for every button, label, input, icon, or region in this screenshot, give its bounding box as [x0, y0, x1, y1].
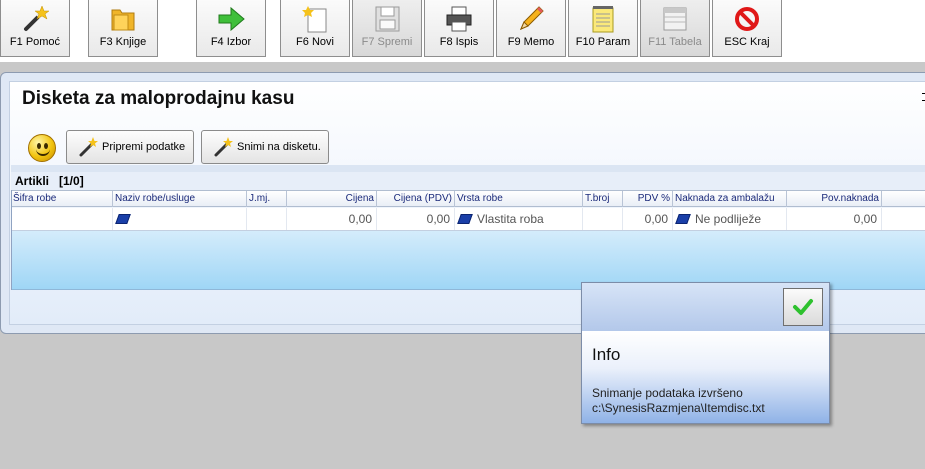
column-header-vrsta[interactable]: Vrsta robe — [455, 191, 583, 207]
info-dialog: Info Snimanje podataka izvršeno c:\Synes… — [581, 282, 830, 424]
save-to-disk-label: Snimi na disketu. — [237, 141, 321, 153]
grid-header: Šifra robe Naziv robe/usluge J.mj. Cijen… — [11, 190, 925, 207]
prepare-data-button[interactable]: Pripremi podatke — [66, 130, 194, 164]
exit-button[interactable]: ESC Kraj — [712, 0, 782, 57]
folder-icon — [107, 3, 139, 35]
select-button-label: F4 Izbor — [210, 36, 252, 48]
prepare-data-label: Pripremi podatke — [102, 141, 186, 153]
print-button[interactable]: F8 Ispis — [424, 0, 494, 57]
smiley-icon — [28, 134, 56, 162]
table-row[interactable]: 0,00 0,00 Vlastita roba 0,00 Ne podlijež… — [11, 208, 925, 231]
column-header-naknada[interactable]: Naknada za ambalažu — [673, 191, 787, 207]
cell-naknada-text: Ne podliježe — [695, 212, 762, 226]
save-to-disk-button[interactable]: Snimi na disketu. — [201, 130, 329, 164]
info-dialog-body: Info Snimanje podataka izvršeno c:\Synes… — [582, 331, 829, 423]
info-title: Info — [592, 345, 621, 364]
toolbar: F1 Pomoć F3 Knjige F4 Izbor F6 Novi F7 S… — [0, 0, 925, 62]
cell-pov-naknada[interactable]: 0,00 — [787, 208, 882, 230]
new-button[interactable]: F6 Novi — [280, 0, 350, 57]
new-button-label: F6 Novi — [296, 36, 334, 48]
books-button[interactable]: F3 Knjige — [88, 0, 158, 57]
cell-tbroj[interactable] — [583, 208, 623, 230]
info-message: Snimanje podataka izvršeno — [592, 386, 743, 400]
ok-button[interactable] — [783, 288, 823, 326]
column-header-naziv[interactable]: Naziv robe/usluge — [113, 191, 247, 207]
book-icon — [115, 214, 131, 224]
memo-button-label: F9 Memo — [507, 36, 555, 48]
table-button[interactable]: F11 Tabela — [640, 0, 710, 57]
new-document-icon — [299, 3, 331, 35]
grid-caption: Artikli [1/0] — [11, 172, 925, 190]
grid-left-border — [11, 190, 12, 290]
select-button[interactable]: F4 Izbor — [196, 0, 266, 57]
page-title: Disketa za maloprodajnu kasu — [22, 88, 295, 109]
param-button-label: F10 Param — [575, 36, 631, 48]
cell-cijena[interactable]: 0,00 — [287, 208, 377, 230]
param-button[interactable]: F10 Param — [568, 0, 638, 57]
book-icon — [457, 214, 473, 224]
column-header-pdv[interactable]: PDV % — [623, 191, 673, 207]
cell-naziv[interactable] — [113, 208, 247, 230]
stop-icon — [731, 3, 763, 35]
column-header-jmj[interactable]: J.mj. — [247, 191, 287, 207]
magic-wand-icon — [79, 137, 98, 157]
cell-cijena-pdv[interactable]: 0,00 — [377, 208, 455, 230]
table-button-label: F11 Tabela — [648, 36, 702, 48]
memo-button[interactable]: F9 Memo — [496, 0, 566, 57]
print-button-label: F8 Ispis — [439, 36, 479, 48]
cell-naknada[interactable]: Ne podliježe — [673, 208, 787, 230]
help-button[interactable]: F1 Pomoć — [0, 0, 70, 57]
magic-wand-icon — [214, 137, 233, 157]
help-button-label: F1 Pomoć — [9, 36, 61, 48]
grid-record-count: [1/0] — [59, 174, 84, 188]
column-header-tbroj[interactable]: T.broj — [583, 191, 623, 207]
cell-sifra[interactable] — [11, 208, 113, 230]
pencil-icon — [515, 3, 547, 35]
grid-caption-title: Artikli — [15, 174, 50, 188]
info-dialog-header — [582, 283, 829, 331]
cell-vrsta-text: Vlastita roba — [477, 212, 544, 226]
cell-jmj[interactable] — [247, 208, 287, 230]
table-icon — [659, 3, 691, 35]
save-button-label: F7 Spremi — [361, 36, 413, 48]
floppy-disk-icon — [371, 3, 403, 35]
printer-icon — [443, 3, 475, 35]
book-icon — [675, 214, 691, 224]
column-header-cijena-pdv[interactable]: Cijena (PDV) — [377, 191, 455, 207]
green-arrow-icon — [215, 3, 247, 35]
books-button-label: F3 Knjige — [99, 36, 147, 48]
save-button[interactable]: F7 Spremi — [352, 0, 422, 57]
magic-wand-icon — [19, 3, 51, 35]
notepad-icon — [587, 3, 619, 35]
column-header-cijena[interactable]: Cijena — [287, 191, 377, 207]
cell-vrsta[interactable]: Vlastita roba — [455, 208, 583, 230]
checkmark-icon — [793, 299, 813, 315]
exit-button-label: ESC Kraj — [724, 36, 770, 48]
column-header-pov-naknada[interactable]: Pov.naknada — [787, 191, 882, 207]
info-file-path: c:\SynesisRazmjena\Itemdisc.txt — [592, 401, 765, 415]
cell-pdv[interactable]: 0,00 — [623, 208, 673, 230]
articles-grid[interactable]: Artikli [1/0] Šifra robe Naziv robe/uslug… — [11, 172, 925, 292]
column-header-sifra[interactable]: Šifra robe — [11, 191, 113, 207]
